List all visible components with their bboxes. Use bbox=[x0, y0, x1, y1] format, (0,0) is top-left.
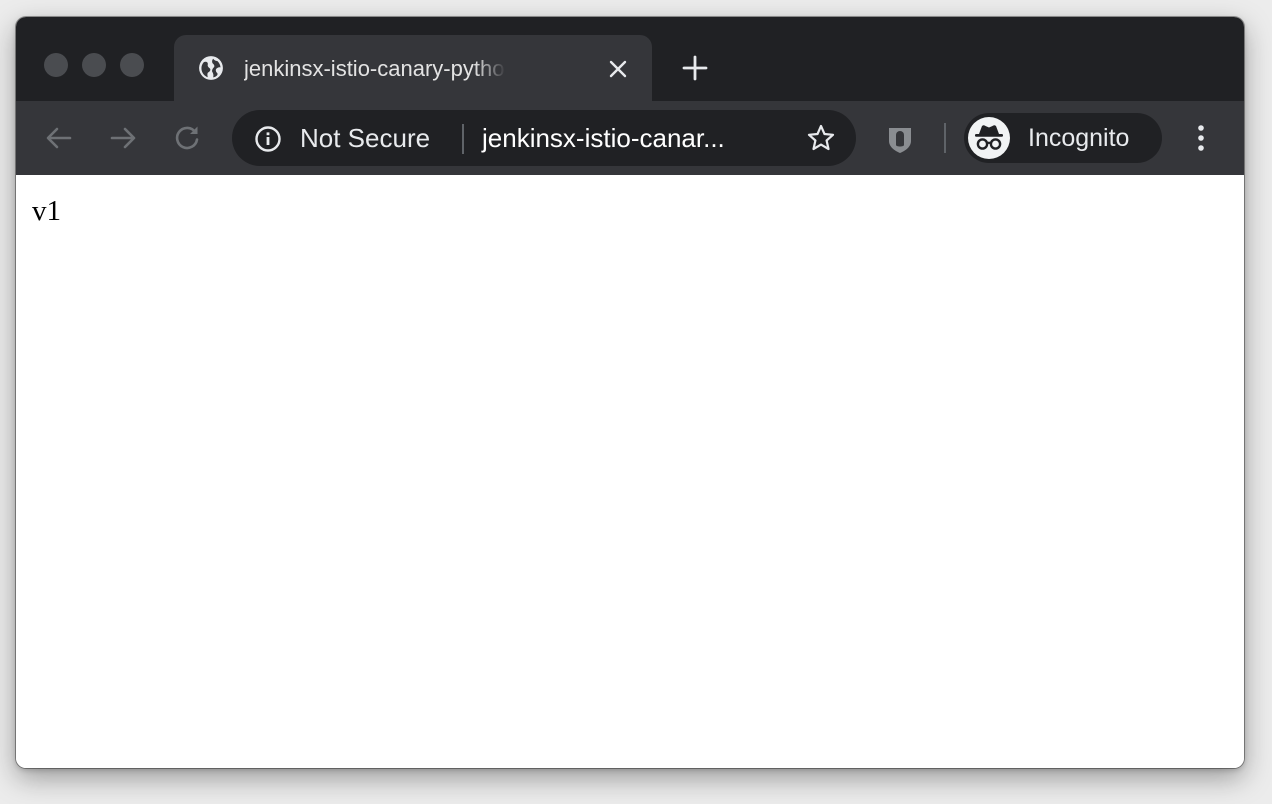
globe-icon bbox=[198, 55, 224, 81]
incognito-label: Incognito bbox=[1028, 124, 1130, 152]
page-body-text: v1 bbox=[32, 195, 61, 227]
star-icon[interactable] bbox=[806, 123, 836, 153]
browser-window: jenkinsx-istio-canary-python-t Not Secur… bbox=[16, 17, 1244, 768]
plus-icon[interactable] bbox=[682, 55, 708, 81]
reload-icon[interactable] bbox=[172, 123, 202, 153]
omnibox-divider bbox=[462, 124, 464, 154]
arrow-right-icon[interactable] bbox=[108, 123, 138, 153]
incognito-profile-button[interactable]: Incognito bbox=[964, 113, 1162, 163]
close-icon[interactable] bbox=[608, 59, 628, 79]
minimize-window-button[interactable] bbox=[82, 53, 106, 77]
tab-strip: jenkinsx-istio-canary-python-t bbox=[16, 17, 1244, 101]
zoom-window-button[interactable] bbox=[120, 53, 144, 77]
toolbar-divider bbox=[944, 123, 946, 153]
active-tab[interactable]: jenkinsx-istio-canary-python-t bbox=[174, 35, 652, 101]
close-window-button[interactable] bbox=[44, 53, 68, 77]
incognito-icon bbox=[968, 117, 1010, 159]
arrow-left-icon[interactable] bbox=[44, 123, 74, 153]
security-status-label[interactable]: Not Secure bbox=[300, 123, 430, 153]
address-bar[interactable]: Not Secure jenkinsx-istio-canar... bbox=[232, 110, 856, 166]
page-content: v1 bbox=[16, 175, 1244, 768]
browser-toolbar: Not Secure jenkinsx-istio-canar... Incog… bbox=[16, 101, 1244, 175]
url-text[interactable]: jenkinsx-istio-canar... bbox=[482, 123, 725, 153]
info-icon[interactable] bbox=[254, 125, 282, 153]
kebab-menu-icon[interactable] bbox=[1186, 123, 1216, 153]
shield-icon[interactable] bbox=[884, 123, 916, 155]
tab-title: jenkinsx-istio-canary-python-t bbox=[244, 56, 506, 81]
